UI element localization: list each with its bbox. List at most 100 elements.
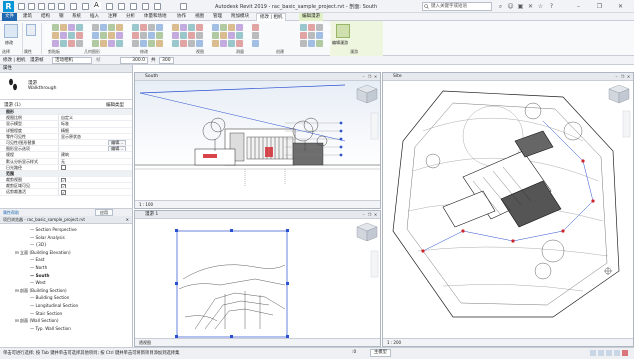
browser-close-icon[interactable]: ✕ xyxy=(126,217,129,222)
south-elevation-drawing[interactable] xyxy=(135,81,380,202)
ribbon-tab[interactable]: 管理 xyxy=(210,13,225,21)
browser-node[interactable]: — Typ. Wall Section xyxy=(0,325,132,333)
view-close-icon[interactable]: ✕ xyxy=(373,74,378,79)
redo-icon[interactable] xyxy=(48,3,55,10)
options-bar: 修改 | 相机 漫游帧 活动相机 帧 300.0 共 300 xyxy=(0,56,634,65)
revit-logo[interactable]: R xyxy=(3,1,14,12)
browser-node[interactable]: — West xyxy=(0,279,132,287)
property-edit-button[interactable]: 编辑... xyxy=(108,146,126,152)
3d-view-icon[interactable] xyxy=(106,3,113,10)
save-icon[interactable] xyxy=(28,3,35,10)
view-site-scale[interactable]: 1 : 200 xyxy=(387,340,401,345)
apply-button[interactable]: 应用 xyxy=(95,209,113,216)
ribbon-tab[interactable]: 插入 xyxy=(87,13,102,21)
browser-node[interactable]: — Section Perspective xyxy=(0,226,132,234)
property-value[interactable]: 编辑... xyxy=(58,139,132,146)
edit-type-button[interactable]: 编辑类型 xyxy=(106,102,124,108)
ribbon-tab[interactable]: 体量和场地 xyxy=(141,13,170,21)
frame-number-input[interactable]: 300.0 xyxy=(120,57,148,64)
panel-labels: 选择 属性 剪贴板 几何图形 修改 视图 测量 创建 漫游 xyxy=(0,21,634,56)
view-south-scale[interactable]: 1 : 100 xyxy=(139,202,153,207)
ribbon-tab[interactable]: 结构 xyxy=(38,13,53,21)
type-selector[interactable]: 漫游 Walkthrough xyxy=(0,73,132,100)
ribbon-tab[interactable]: 系统 xyxy=(69,13,84,21)
undo-icon[interactable] xyxy=(38,3,45,10)
ribbon-tab[interactable]: 钢 xyxy=(56,13,67,21)
user-icon[interactable]: ☺ xyxy=(507,3,514,10)
site-minimize-icon[interactable]: – xyxy=(614,74,619,79)
ribbon-tab[interactable]: 协作 xyxy=(174,13,189,21)
browser-node[interactable]: — Building Section xyxy=(0,294,132,302)
browser-node[interactable]: ⊟ 立面 (Building Elevation) xyxy=(0,249,132,257)
browser-node[interactable]: ⊟ 剖面 (Building Section) xyxy=(0,287,132,295)
view-walk-scale[interactable]: 透视图 xyxy=(139,340,151,345)
property-checkbox[interactable] xyxy=(61,165,66,170)
help-icon[interactable]: ? xyxy=(548,3,555,10)
property-edit-button[interactable]: 编辑... xyxy=(108,139,126,146)
property-value[interactable]: 显示原状态 xyxy=(58,133,132,139)
thin-lines-icon[interactable] xyxy=(130,3,137,10)
site-close-icon[interactable]: ✕ xyxy=(626,74,631,79)
print-icon[interactable] xyxy=(58,3,65,10)
property-checkbox[interactable]: ✓ xyxy=(61,189,66,195)
property-value[interactable]: 建筑 xyxy=(58,152,132,158)
ribbon-tab[interactable]: 分析 xyxy=(123,13,138,21)
exchange-icon[interactable]: ✕ xyxy=(527,3,534,10)
walkthrough-perspective[interactable] xyxy=(135,219,380,340)
selection-filter-icons[interactable] xyxy=(590,350,630,357)
browser-node[interactable]: ⊟ 剖面 (Wall Section) xyxy=(0,317,132,325)
property-value[interactable]: ✓ xyxy=(58,189,132,195)
property-value[interactable] xyxy=(58,164,132,170)
property-checkbox[interactable]: ✓ xyxy=(61,177,66,183)
ribbon-tab[interactable]: 附加模块 xyxy=(228,13,252,21)
search-input[interactable]: 键入关键字或短语 xyxy=(422,2,492,11)
instance-filter-label[interactable]: 漫游 (1) xyxy=(0,102,70,108)
ribbon-tab[interactable]: 编辑漫游 xyxy=(299,13,323,21)
walk-close-icon[interactable]: ✕ xyxy=(373,212,378,217)
browser-node[interactable]: — {3D} xyxy=(0,241,132,249)
property-value[interactable]: 自定义 xyxy=(58,115,132,121)
close-icon[interactable]: ✕ xyxy=(617,3,624,10)
browser-node[interactable]: — Stair Section xyxy=(0,310,132,318)
switch-windows-icon[interactable] xyxy=(154,3,161,10)
star-icon[interactable]: ☆ xyxy=(537,3,544,10)
cart-icon[interactable]: ▣ xyxy=(517,3,524,10)
view-south-controlbar: 1 : 100 xyxy=(135,200,380,208)
main-model-select[interactable]: 主模型 xyxy=(370,349,391,357)
property-value[interactable]: 精细 xyxy=(58,127,132,133)
browser-node[interactable]: — East xyxy=(0,256,132,264)
open-icon[interactable] xyxy=(18,3,25,10)
browser-node[interactable]: — South xyxy=(0,272,132,280)
site-restore-icon[interactable]: ❐ xyxy=(620,74,625,79)
binoculars-icon[interactable]: ⌕ xyxy=(497,3,504,10)
walk-minimize-icon[interactable]: – xyxy=(361,212,366,217)
measure-icon[interactable] xyxy=(70,3,77,10)
ribbon-tab[interactable]: 视图 xyxy=(192,13,207,21)
frame-select[interactable]: 活动相机 xyxy=(52,57,92,64)
section-icon[interactable] xyxy=(118,3,125,10)
ribbon-tab[interactable]: 注释 xyxy=(105,13,120,21)
browser-node[interactable]: — North xyxy=(0,264,132,272)
property-checkbox[interactable]: ✓ xyxy=(61,183,66,189)
customize-qat-icon[interactable] xyxy=(180,3,187,10)
property-value[interactable]: ✓ xyxy=(58,177,132,183)
ribbon-tab[interactable]: 建筑 xyxy=(20,13,35,21)
dimension-icon[interactable] xyxy=(82,3,89,10)
restore-icon[interactable]: ❐ xyxy=(596,3,603,10)
properties-help-link[interactable]: 属性帮助 xyxy=(0,210,95,216)
close-hidden-icon[interactable] xyxy=(142,3,149,10)
walk-restore-icon[interactable]: ❐ xyxy=(367,212,372,217)
browser-node[interactable]: — Solar Analysis xyxy=(0,234,132,242)
ribbon-tab[interactable]: 文件 xyxy=(2,13,17,21)
minimize-icon[interactable]: – xyxy=(575,3,582,10)
property-value[interactable]: 无 xyxy=(58,158,132,164)
property-value[interactable]: 标准 xyxy=(58,121,132,127)
text-tool-icon[interactable]: A xyxy=(94,2,101,9)
ribbon-tab[interactable]: 修改 | 相机 xyxy=(256,13,287,21)
browser-node[interactable]: — Longitudinal Section xyxy=(0,302,132,310)
property-value[interactable]: ✓ xyxy=(58,183,132,189)
view-restore-icon[interactable]: ❐ xyxy=(367,74,372,79)
property-value[interactable]: 编辑... xyxy=(58,146,132,152)
site-plan-drawing[interactable] xyxy=(383,81,633,339)
view-minimize-icon[interactable]: – xyxy=(361,74,366,79)
